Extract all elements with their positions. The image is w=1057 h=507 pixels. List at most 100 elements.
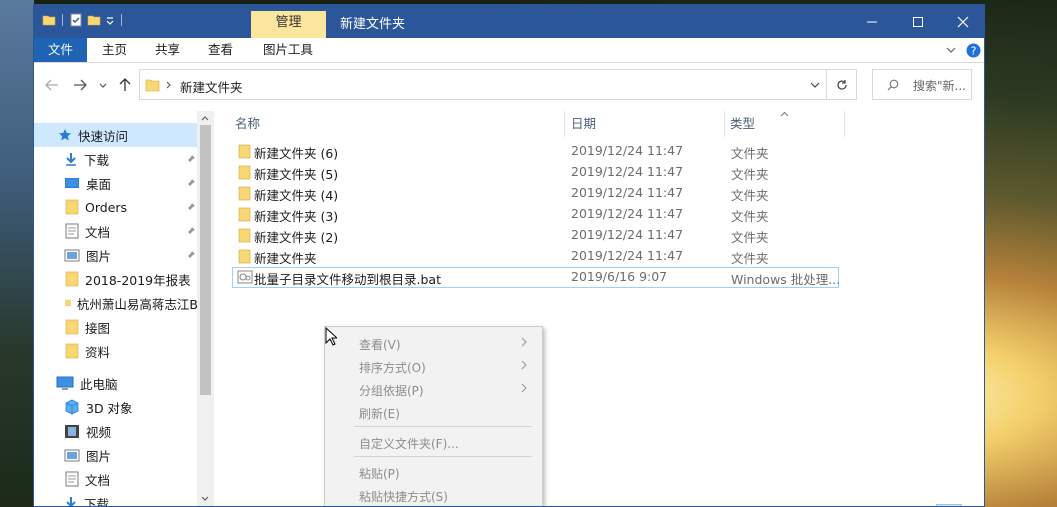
nav-folder-2018-2019[interactable]: 2018-2019年报表 (34, 267, 198, 291)
file-type: 文件夹 (731, 167, 769, 182)
tab-share[interactable]: 共享 (155, 38, 180, 62)
search-box[interactable]: 搜索"新... (872, 69, 972, 100)
picture-icon (64, 449, 80, 461)
svg-text:?: ? (971, 45, 977, 58)
file-row[interactable]: 新建文件夹 2019/12/24 11:47 文件夹 (232, 246, 839, 267)
nav-pc-pictures[interactable]: 图片 (34, 443, 198, 467)
file-date: 2019/12/24 11:47 (571, 206, 684, 221)
menu-item-paste-shortcut[interactable]: 粘贴快捷方式(S) (359, 488, 448, 505)
desktop-wallpaper (0, 0, 34, 507)
refresh-button[interactable] (827, 69, 857, 100)
nav-label: 桌面 (86, 176, 112, 192)
nav-quick-access[interactable]: 快速访问 (34, 123, 198, 147)
file-type: Windows 批处理... (731, 272, 841, 287)
forward-button[interactable] (70, 76, 90, 94)
nav-folder-ziliao[interactable]: 资料 (34, 339, 198, 363)
nav-pc-downloads[interactable]: 下载 (34, 491, 198, 506)
manage-contextual-tab[interactable]: 管理 (251, 11, 326, 38)
nav-this-pc[interactable]: 此电脑 (34, 371, 198, 395)
address-bar[interactable]: 新建文件夹 (139, 69, 827, 100)
column-date[interactable]: 日期 (571, 111, 596, 137)
document-icon (65, 223, 79, 239)
folder-icon (238, 144, 251, 159)
properties-icon[interactable] (69, 13, 83, 27)
file-type: 文件夹 (731, 188, 769, 203)
nav-downloads[interactable]: 下载 (34, 147, 198, 171)
menu-item-customize-folder[interactable]: 自定义文件夹(F)... (359, 435, 459, 452)
nav-documents[interactable]: 文档 (34, 219, 198, 243)
menu-item-group[interactable]: 分组依据(P) (359, 382, 424, 399)
up-button[interactable] (115, 76, 135, 94)
breadcrumb-current[interactable]: 新建文件夹 (180, 77, 243, 96)
window-title: 新建文件夹 (340, 17, 406, 32)
breadcrumb-chevron-icon[interactable] (166, 81, 172, 89)
tab-file[interactable]: 文件 (34, 38, 87, 62)
expand-ribbon-chevron-icon[interactable] (946, 47, 956, 54)
menu-item-sort[interactable]: 排序方式(O) (359, 359, 426, 376)
film-icon (65, 424, 79, 438)
file-row[interactable]: 新建文件夹 (2) 2019/12/24 11:47 文件夹 (232, 225, 839, 246)
customize-qat-chevron-icon[interactable] (105, 13, 115, 27)
mouse-cursor-icon (325, 327, 337, 346)
scroll-up-arrow-icon[interactable] (201, 115, 209, 121)
nav-label: Orders (85, 199, 128, 215)
close-button[interactable] (940, 5, 984, 38)
nav-label: 此电脑 (80, 376, 118, 392)
folder-icon (238, 186, 251, 201)
nav-videos[interactable]: 视频 (34, 419, 198, 443)
folder-icon[interactable] (42, 13, 56, 27)
file-name: 批量子目录文件移动到根目录.bat (254, 272, 441, 287)
batch-file-gear-icon (237, 270, 253, 284)
nav-orders[interactable]: Orders (34, 195, 198, 219)
nav-pictures[interactable]: 图片 (34, 243, 198, 267)
help-icon[interactable]: ? (966, 43, 981, 58)
address-history-chevron-icon[interactable] (810, 82, 820, 88)
scroll-down-arrow-icon[interactable] (201, 496, 209, 502)
scrollbar-thumb[interactable] (200, 125, 211, 395)
nav-3d-objects[interactable]: 3D 对象 (34, 395, 198, 419)
file-row[interactable]: 新建文件夹 (5) 2019/12/24 11:47 文件夹 (232, 162, 839, 183)
nav-pc-documents[interactable]: 文档 (34, 467, 198, 491)
close-icon (957, 16, 969, 27)
tab-view[interactable]: 查看 (208, 38, 233, 62)
recent-locations-button[interactable] (96, 76, 110, 94)
menu-item-paste[interactable]: 粘贴(P) (359, 465, 400, 482)
navigation-pane: 快速访问 下载 桌面 Orders 文档 图片 2018-2019年报表 杭州萧… (34, 111, 214, 506)
nav-label: 下载 (84, 152, 110, 168)
pin-icon[interactable] (186, 178, 196, 188)
folder-icon (145, 79, 160, 92)
file-type: 文件夹 (731, 146, 769, 161)
new-folder-icon[interactable] (87, 13, 101, 27)
file-row[interactable]: 新建文件夹 (4) 2019/12/24 11:47 文件夹 (232, 183, 839, 204)
file-row[interactable]: 新建文件夹 (3) 2019/12/24 11:47 文件夹 (232, 204, 839, 225)
nav-folder-jietu[interactable]: 接图 (34, 315, 198, 339)
submenu-arrow-icon (521, 337, 527, 347)
column-name[interactable]: 名称 (235, 111, 260, 137)
menu-item-view[interactable]: 查看(V) (359, 336, 401, 353)
folder-icon (65, 199, 79, 215)
maximize-button[interactable] (895, 5, 941, 38)
title-bar: 管理 新建文件夹 (34, 5, 984, 38)
file-name: 新建文件夹 (254, 251, 317, 266)
minimize-button[interactable] (849, 5, 895, 38)
menu-item-refresh[interactable]: 刷新(E) (359, 405, 400, 422)
tab-home[interactable]: 主页 (102, 38, 127, 62)
column-type[interactable]: 类型 (730, 111, 755, 137)
tab-picture-tools[interactable]: 图片工具 (263, 38, 313, 62)
nav-label: 3D 对象 (86, 400, 133, 416)
file-row-selected[interactable]: 批量子目录文件移动到根目录.bat 2019/6/16 9:07 Windows… (232, 267, 841, 288)
nav-desktop[interactable]: 桌面 (34, 171, 198, 195)
nav-scrollbar[interactable] (197, 111, 214, 506)
back-button[interactable] (42, 76, 62, 94)
file-row[interactable]: 新建文件夹 (6) 2019/12/24 11:47 文件夹 (232, 141, 839, 162)
pin-icon[interactable] (186, 154, 196, 164)
pin-icon[interactable] (186, 226, 196, 236)
folder-icon (238, 228, 251, 243)
pin-icon[interactable] (186, 250, 196, 260)
file-name: 新建文件夹 (6) (254, 146, 339, 161)
explorer-window: 管理 新建文件夹 文件 主页 共享 查看 图片工具 ? 新建文件夹 搜索"新..… (33, 4, 985, 507)
pin-icon[interactable] (186, 202, 196, 212)
file-date: 2019/6/16 9:07 (571, 269, 668, 284)
nav-folder-hangzhou[interactable]: 杭州萧山易高蒋志江B (34, 291, 198, 315)
file-type: 文件夹 (731, 251, 769, 266)
